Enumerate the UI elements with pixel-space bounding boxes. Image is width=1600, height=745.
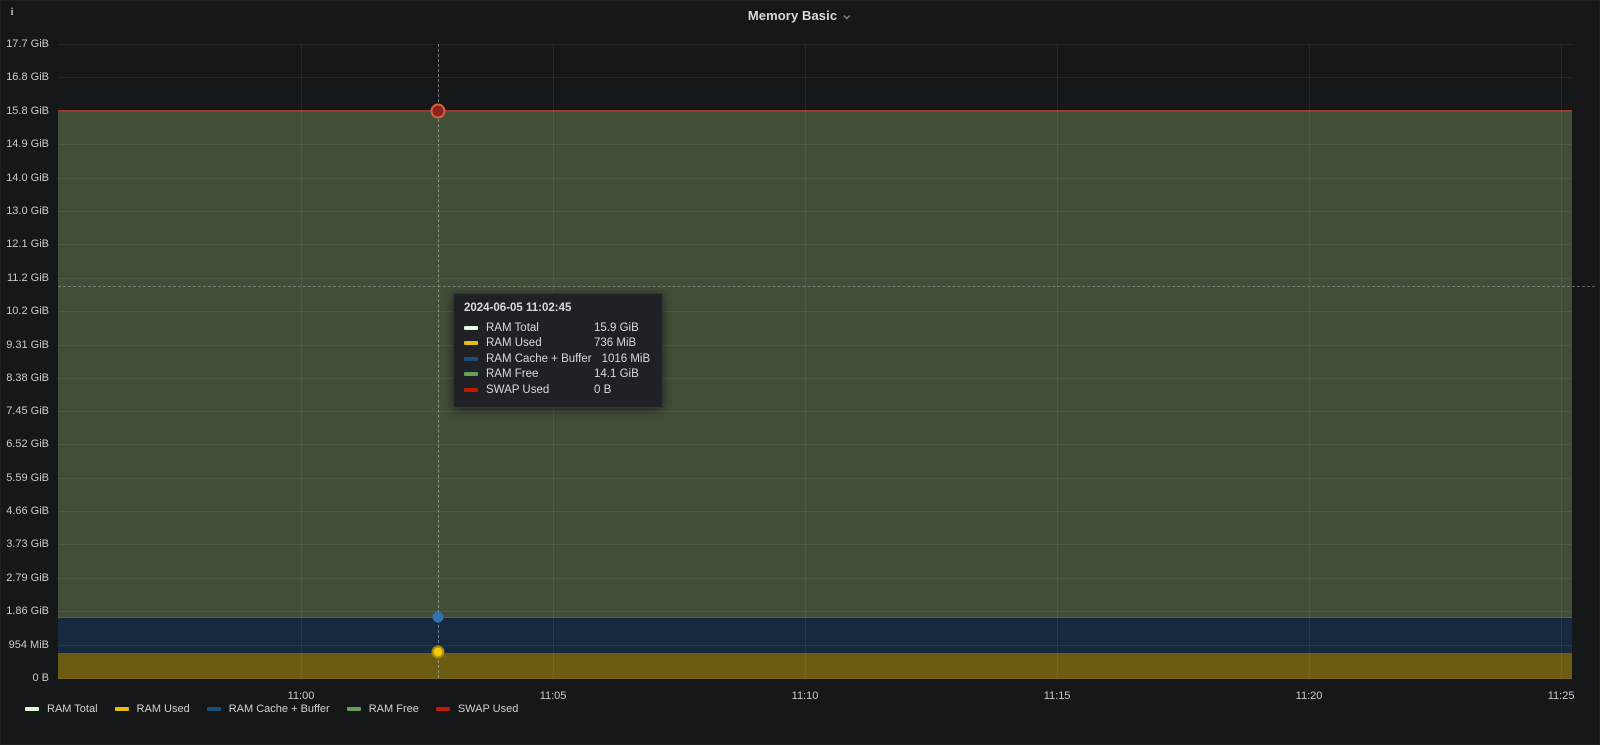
legend-label: RAM Total xyxy=(47,703,98,715)
tooltip-series-value: 1016 MiB xyxy=(602,353,660,365)
legend-color-swatch xyxy=(25,707,39,711)
tooltip-series-label: SWAP Used xyxy=(486,384,594,396)
y-axis-tick-label: 5.59 GiB xyxy=(1,471,49,485)
plot-area[interactable] xyxy=(58,44,1572,678)
series-color-swatch xyxy=(464,372,478,376)
legend-item-ram-total[interactable]: RAM Total xyxy=(25,703,98,715)
tooltip-series-label: RAM Cache + Buffer xyxy=(486,353,602,365)
tooltip-row: RAM Total15.9 GiB xyxy=(464,320,652,336)
y-axis-tick-label: 17.7 GiB xyxy=(1,37,49,51)
legend-label: SWAP Used xyxy=(458,703,519,715)
y-axis-tick-label: 14.9 GiB xyxy=(1,137,49,151)
y-axis-tick-label: 0 B xyxy=(1,671,49,685)
legend-label: RAM Used xyxy=(137,703,190,715)
y-axis-tick-label: 15.8 GiB xyxy=(1,104,49,118)
panel-header: i Memory Basic xyxy=(1,1,1599,31)
x-axis-tick-label: 11:00 xyxy=(288,689,315,703)
y-axis-tick-label: 16.8 GiB xyxy=(1,70,49,84)
legend-color-swatch xyxy=(347,707,361,711)
legend-label: RAM Free xyxy=(369,703,419,715)
y-axis-tick-label: 11.2 GiB xyxy=(1,271,49,285)
tooltip-series-value: 15.9 GiB xyxy=(594,322,652,334)
tooltip-row: RAM Used736 MiB xyxy=(464,336,652,352)
tooltip-row: RAM Free14.1 GiB xyxy=(464,367,652,383)
series-color-swatch xyxy=(464,388,478,392)
memory-basic-panel: i Memory Basic 17.7 GiB 16.8 GiB 15.8 GiB 1… xyxy=(0,0,1600,745)
tooltip-row: SWAP Used0 B xyxy=(464,382,652,398)
tooltip-series-value: 0 B xyxy=(594,384,652,396)
y-axis-tick-label: 4.66 GiB xyxy=(1,504,49,518)
panel-info-icon[interactable]: i xyxy=(7,5,17,19)
y-axis-tick-label: 7.45 GiB xyxy=(1,404,49,418)
chevron-down-icon xyxy=(842,12,852,22)
legend: RAM Total RAM Used RAM Cache + Buffer RAM F… xyxy=(25,703,518,715)
y-axis-tick-label: 9.31 GiB xyxy=(1,338,49,352)
x-axis-tick-label: 11:15 xyxy=(1044,689,1071,703)
panel-title-text: Memory Basic xyxy=(748,8,837,23)
series-color-swatch xyxy=(464,326,478,330)
tooltip-series-label: RAM Total xyxy=(486,322,594,334)
legend-color-swatch xyxy=(115,707,129,711)
legend-label: RAM Cache + Buffer xyxy=(229,703,330,715)
y-axis-tick-label: 13.0 GiB xyxy=(1,204,49,218)
legend-item-ram-free[interactable]: RAM Free xyxy=(347,703,419,715)
x-axis-tick-label: 11:05 xyxy=(540,689,567,703)
y-axis-tick-label: 6.52 GiB xyxy=(1,437,49,451)
y-axis-tick-label: 8.38 GiB xyxy=(1,371,49,385)
y-axis-tick-label: 3.73 GiB xyxy=(1,537,49,551)
tooltip-series-value: 14.1 GiB xyxy=(594,368,652,380)
legend-color-swatch xyxy=(436,707,450,711)
legend-color-swatch xyxy=(207,707,221,711)
y-axis-tick-label: 1.86 GiB xyxy=(1,604,49,618)
panel-title-menu[interactable]: Memory Basic xyxy=(748,8,852,23)
tooltip: 2024-06-05 11:02:45 RAM Total15.9 GiBRAM… xyxy=(453,293,663,408)
tooltip-series-label: RAM Free xyxy=(486,368,594,380)
series-color-swatch xyxy=(464,341,478,345)
legend-item-swap-used[interactable]: SWAP Used xyxy=(436,703,519,715)
y-axis-tick-label: 2.79 GiB xyxy=(1,571,49,585)
gridline-horizontal xyxy=(58,678,1572,679)
y-axis-tick-label: 14.0 GiB xyxy=(1,171,49,185)
x-axis-tick-label: 11:10 xyxy=(792,689,819,703)
tooltip-series-label: RAM Used xyxy=(486,337,594,349)
tooltip-row: RAM Cache + Buffer1016 MiB xyxy=(464,351,652,367)
y-axis-tick-label: 954 MiB xyxy=(1,638,49,652)
y-axis-tick-label: 10.2 GiB xyxy=(1,304,49,318)
series-color-swatch xyxy=(464,357,478,361)
legend-item-ram-used[interactable]: RAM Used xyxy=(115,703,190,715)
x-axis-tick-label: 11:25 xyxy=(1548,689,1575,703)
x-axis-tick-label: 11:20 xyxy=(1296,689,1323,703)
tooltip-series-value: 736 MiB xyxy=(594,337,652,349)
y-axis-tick-label: 12.1 GiB xyxy=(1,237,49,251)
tooltip-timestamp: 2024-06-05 11:02:45 xyxy=(464,302,652,314)
legend-item-ram-cache-buffer[interactable]: RAM Cache + Buffer xyxy=(207,703,330,715)
